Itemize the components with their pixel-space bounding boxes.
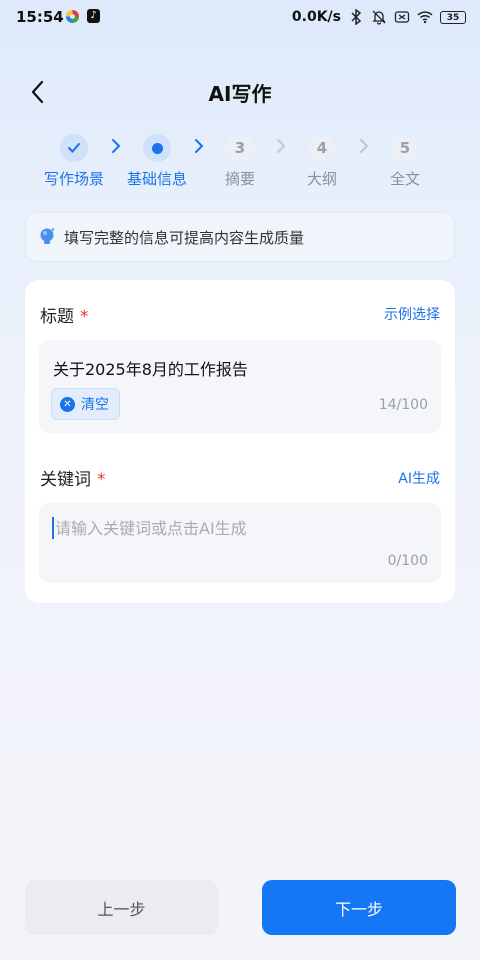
keyword-char-counter: 0/100 [387,553,428,569]
wifi-icon [417,11,433,24]
step-label: 摘要 [224,170,255,188]
keyword-input[interactable] [51,515,425,541]
step-label: 写作场景 [43,170,104,188]
step-current-marker [143,134,171,162]
title-value[interactable]: 关于2025年8月的工作报告 [53,356,248,380]
status-bar: 15:54 ♪ 0.0K/s 35 [0,0,480,34]
title-field[interactable]: 关于2025年8月的工作报告 ✕ 清空 14/100 [39,340,441,433]
status-time: 15:54 [16,8,64,26]
tip-text: 填写完整的信息可提高内容生成质量 [64,228,305,247]
sim-disabled-icon [394,11,410,23]
ai-generate-link[interactable]: AI生成 [398,468,440,488]
step-number: 5 [391,134,419,162]
step-summary: 3 摘要 [208,134,272,189]
step-number: 4 [308,134,336,162]
required-mark: * [80,307,89,327]
next-step-button[interactable]: 下一步 [262,880,456,935]
bluetooth-icon [351,9,362,25]
close-circle-icon: ✕ [60,396,75,412]
battery-icon: 35 [440,10,466,24]
step-basic-info: 基础信息 [125,134,189,189]
chevron-right-icon [195,139,204,153]
network-speed: 0.0K/s [291,9,341,25]
chevron-right-icon [112,139,121,153]
chevron-right-icon [277,139,286,153]
required-mark: * [97,470,106,490]
header: AI写作 [0,72,480,112]
step-writing-scene: 写作场景 [42,134,106,189]
check-icon [60,134,88,162]
tiktok-notification-icon: ♪ [87,9,100,23]
keyword-field[interactable]: 0/100 [39,503,441,583]
step-label: 全文 [389,170,420,188]
app-notification-icon [66,10,79,23]
step-full-text: 5 全文 [373,134,437,189]
title-label: 标题 * [40,307,89,327]
bell-muted-icon [372,10,386,25]
chevron-right-icon [360,139,369,153]
step-number: 3 [226,134,254,162]
keyword-label: 关键词 * [40,470,106,490]
title-char-counter: 14/100 [378,397,428,413]
clear-button-label: 清空 [81,397,109,413]
example-select-link[interactable]: 示例选择 [384,304,440,324]
step-label: 基础信息 [126,170,187,188]
lightbulb-icon [40,228,55,244]
clear-button[interactable]: ✕ 清空 [51,388,120,420]
step-label: 大纲 [306,170,337,188]
page-title: AI写作 [208,82,272,106]
previous-step-button[interactable]: 上一步 [25,880,218,935]
step-outline: 4 大纲 [290,134,354,189]
form-card: 标题 * 示例选择 关于2025年8月的工作报告 ✕ 清空 14/100 关键词 *… [25,280,455,603]
tip-banner: 填写完整的信息可提高内容生成质量 [25,212,455,262]
